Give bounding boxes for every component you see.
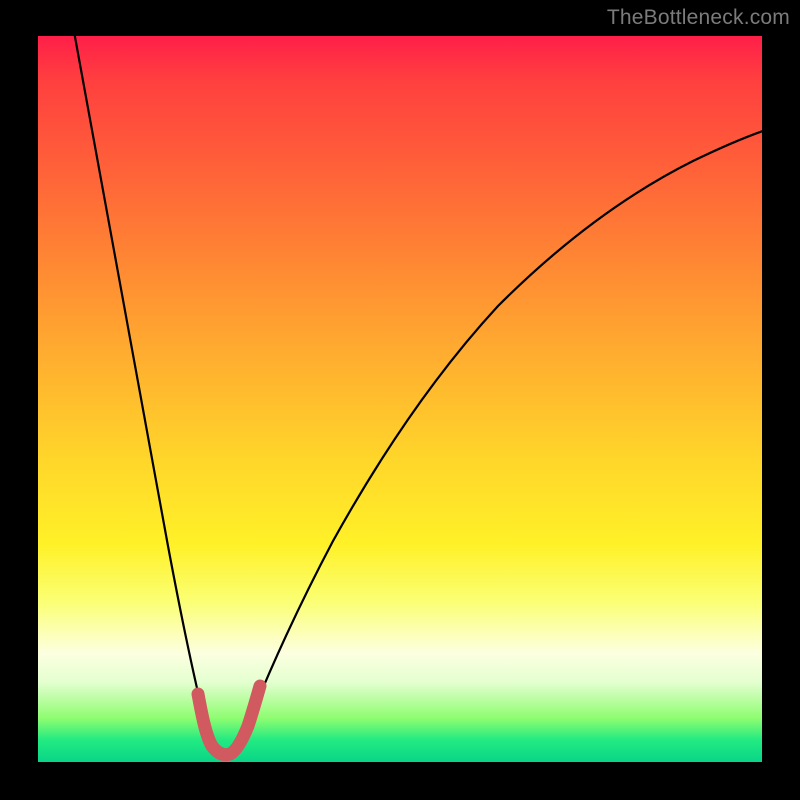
critical-range-marker <box>198 686 260 755</box>
bottleneck-curve-svg <box>38 36 762 762</box>
plot-area <box>38 36 762 762</box>
chart-frame: TheBottleneck.com <box>0 0 800 800</box>
bottleneck-curve <box>73 36 762 750</box>
watermark-text: TheBottleneck.com <box>607 6 790 30</box>
